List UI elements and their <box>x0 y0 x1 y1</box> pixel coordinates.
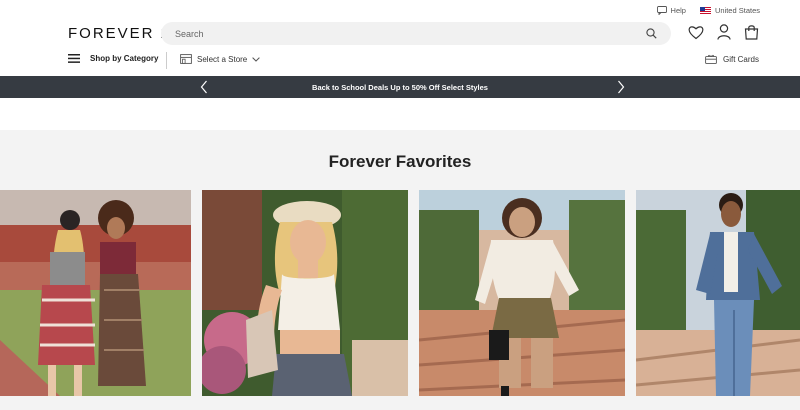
shop-by-category-button[interactable]: Shop by Category <box>68 54 158 63</box>
region-label: United States <box>714 5 760 15</box>
select-store-label: Select a Store <box>197 54 248 64</box>
favorites-carousel <box>0 190 800 396</box>
chevron-right-icon[interactable] <box>617 80 625 94</box>
favorite-card-2[interactable] <box>202 190 408 396</box>
help-chat-icon <box>656 5 667 15</box>
help-label: Help <box>670 5 686 15</box>
forever-favorites-section: Forever Favorites <box>0 130 800 410</box>
favorite-card-4[interactable] <box>636 190 800 396</box>
product-photo-man-denim-jacket <box>636 190 800 396</box>
product-photo-woman-cargo-skirt <box>419 190 625 396</box>
account-user-icon[interactable] <box>717 24 731 40</box>
favorite-card-3[interactable] <box>419 190 625 396</box>
gift-card-icon <box>705 54 717 64</box>
gift-cards-link[interactable]: Gift Cards <box>705 54 759 64</box>
promo-banner: Back to School Deals Up to 50% Off Selec… <box>0 76 800 98</box>
header-actions <box>688 24 759 40</box>
search-input[interactable] <box>175 28 646 39</box>
shopping-bag-icon[interactable] <box>744 24 759 40</box>
region-selector[interactable]: United States <box>699 5 760 15</box>
promo-text[interactable]: Back to School Deals Up to 50% Off Selec… <box>312 83 488 92</box>
product-photo-woman-white-tank <box>202 190 408 396</box>
gift-cards-label: Gift Cards <box>722 54 759 64</box>
shop-by-category-label: Shop by Category <box>90 54 159 63</box>
store-icon <box>180 54 192 64</box>
us-flag-icon <box>699 6 711 14</box>
hamburger-menu-icon <box>68 54 80 63</box>
section-title: Forever Favorites <box>328 152 472 171</box>
select-store-button[interactable]: Select a Store <box>180 54 261 64</box>
chevron-left-icon[interactable] <box>200 80 208 94</box>
wishlist-heart-icon[interactable] <box>688 25 704 40</box>
search-icon[interactable] <box>646 28 657 39</box>
product-photo-two-women-plaid <box>0 190 191 396</box>
utility-bar: Help United States <box>656 4 760 16</box>
site-header: FOREVER 21 <box>0 20 800 48</box>
search-bar <box>161 22 671 45</box>
navigation-bar: Shop by Category Select a Store Gift Car… <box>0 52 800 70</box>
help-link[interactable]: Help <box>656 5 686 15</box>
chevron-down-icon <box>252 56 261 62</box>
nav-divider <box>166 52 167 69</box>
favorite-card-1[interactable] <box>0 190 191 396</box>
